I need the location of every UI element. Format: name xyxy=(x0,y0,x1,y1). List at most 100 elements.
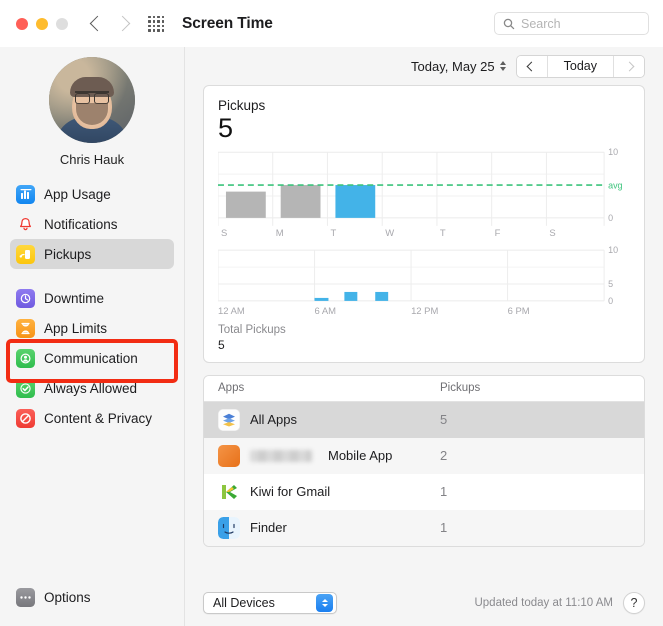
date-picker[interactable]: Today, May 25 xyxy=(411,59,506,74)
chart-value: 5 xyxy=(218,113,233,143)
sidebar-item-label: Pickups xyxy=(44,246,92,262)
forward-chevron-icon xyxy=(114,15,131,32)
content-area: Today, May 25 Today Pickups 5 avg 10 0 S… xyxy=(185,47,663,626)
app-limits-icon xyxy=(16,318,35,338)
kiwi-icon xyxy=(218,480,240,503)
finder-icon xyxy=(218,516,240,539)
profile-name: Chris Hauk xyxy=(59,152,125,167)
svg-text:T: T xyxy=(440,227,446,238)
updated-status: Updated today at 11:10 AM xyxy=(474,597,613,609)
avatar[interactable] xyxy=(49,57,135,143)
sidebar-nav: App Usage Notifications Pickups Downtime… xyxy=(0,179,184,433)
svg-text:W: W xyxy=(385,227,394,238)
app-name: Kiwi for Gmail xyxy=(250,484,331,500)
search-placeholder: Search xyxy=(521,16,561,31)
sidebar-item-label: Always Allowed xyxy=(44,380,138,396)
table-row[interactable]: Mobile App 2 xyxy=(204,437,644,474)
column-header-apps: Apps xyxy=(218,382,245,395)
svg-text:S: S xyxy=(549,227,555,238)
table-row[interactable]: All Apps 5 xyxy=(204,401,644,438)
sidebar-item-label: Options xyxy=(44,589,91,605)
chevron-updown-icon xyxy=(316,594,333,612)
hourly-pickups-chart: 10 5 0 12 AM 6 AM 12 PM 6 PM xyxy=(218,245,618,317)
all-apps-icon xyxy=(218,408,240,431)
app-pickups: 2 xyxy=(440,448,448,464)
options-icon xyxy=(16,587,35,607)
navigation-arrows xyxy=(89,15,131,32)
today-button[interactable]: Today xyxy=(546,55,614,77)
svg-text:F: F xyxy=(495,227,501,238)
svg-text:12 PM: 12 PM xyxy=(411,306,438,317)
close-button[interactable] xyxy=(16,17,28,30)
app-name: Finder xyxy=(250,520,287,536)
sidebar-item-downtime[interactable]: Downtime xyxy=(10,283,174,313)
communication-icon xyxy=(16,348,35,368)
sidebar-item-label: Communication xyxy=(44,350,138,366)
minimize-button[interactable] xyxy=(36,17,48,30)
stepper-icon[interactable] xyxy=(499,61,506,71)
column-header-pickups: Pickups xyxy=(440,382,481,395)
sidebar-divider-space xyxy=(10,269,174,283)
page-title: Screen Time xyxy=(182,14,273,32)
screen-time-window: Screen Time Search Chris Hauk App Usage … xyxy=(0,0,663,626)
search-icon xyxy=(503,18,515,29)
search-field[interactable]: Search xyxy=(494,12,649,35)
device-filter-dropdown[interactable]: All Devices xyxy=(203,592,337,614)
svg-text:12 AM: 12 AM xyxy=(218,306,245,317)
content-privacy-icon xyxy=(16,408,35,428)
sidebar-item-always-allowed[interactable]: Always Allowed xyxy=(10,373,174,403)
sidebar-item-app-usage[interactable]: App Usage xyxy=(10,179,174,209)
apps-table-header: Apps Pickups xyxy=(204,375,644,402)
sidebar-item-label: App Limits xyxy=(44,320,108,336)
date-segmented-control: Today xyxy=(515,54,645,78)
title-bar: Screen Time Search xyxy=(0,0,663,47)
chevron-right-icon xyxy=(624,61,634,71)
help-button[interactable]: ? xyxy=(623,592,645,614)
total-pickups-value: 5 xyxy=(218,337,225,352)
table-row[interactable]: Kiwi for Gmail 1 xyxy=(204,474,644,510)
svg-text:0: 0 xyxy=(608,213,613,223)
app-grid-icon[interactable] xyxy=(148,15,164,32)
sidebar: Chris Hauk App Usage Notifications Picku… xyxy=(0,47,185,626)
weekly-pickups-chart: avg 10 0 S M T W T F S xyxy=(218,147,623,238)
date-label: Today, May 25 xyxy=(411,58,495,74)
content-scroll: Pickups 5 avg 10 0 S M T W T F S 10 5 0 … xyxy=(185,85,663,580)
notifications-icon xyxy=(16,215,35,234)
sidebar-item-label: Notifications xyxy=(44,216,118,232)
zoom-button xyxy=(56,17,68,30)
previous-day-button[interactable] xyxy=(516,55,547,77)
app-pickups: 1 xyxy=(440,484,448,500)
svg-text:M: M xyxy=(276,227,284,238)
app-pickups: 1 xyxy=(440,520,448,536)
device-filter-value: All Devices xyxy=(213,596,275,610)
app-name: All Apps xyxy=(250,412,297,428)
sidebar-item-options[interactable]: Options xyxy=(10,582,174,612)
apps-list-card: Apps Pickups All Apps 5 Mobile App 2 Kiw… xyxy=(203,374,645,547)
next-day-button xyxy=(614,55,644,77)
sidebar-item-label: Content & Privacy xyxy=(44,410,153,426)
sidebar-item-label: App Usage xyxy=(44,186,111,202)
profile-section: Chris Hauk xyxy=(0,51,184,179)
table-row[interactable]: Finder 1 xyxy=(204,509,644,546)
app-usage-icon xyxy=(16,184,35,204)
svg-text:avg: avg xyxy=(608,180,622,190)
window-body: Chris Hauk App Usage Notifications Picku… xyxy=(0,47,663,626)
redacted-app-name xyxy=(250,449,312,462)
total-pickups-label: Total Pickups xyxy=(218,323,286,336)
chevron-left-icon xyxy=(526,61,537,71)
always-allowed-icon xyxy=(16,378,35,398)
sidebar-item-app-limits[interactable]: App Limits xyxy=(10,313,174,343)
svg-text:6 AM: 6 AM xyxy=(315,306,337,317)
date-navigation-bar: Today, May 25 Today xyxy=(185,47,663,85)
sidebar-item-pickups[interactable]: Pickups xyxy=(10,239,174,269)
svg-text:S: S xyxy=(221,227,227,238)
svg-text:0: 0 xyxy=(608,296,613,306)
app-name: Mobile App xyxy=(328,448,393,464)
sidebar-item-communication[interactable]: Communication xyxy=(10,343,174,373)
sidebar-item-content-privacy[interactable]: Content & Privacy xyxy=(10,403,174,433)
back-chevron-icon[interactable] xyxy=(89,15,106,32)
downtime-icon xyxy=(16,288,35,308)
sidebar-options-wrap: Options xyxy=(0,582,184,626)
footer-bar: All Devices Updated today at 11:10 AM ? xyxy=(185,580,663,626)
sidebar-item-notifications[interactable]: Notifications xyxy=(10,209,174,239)
